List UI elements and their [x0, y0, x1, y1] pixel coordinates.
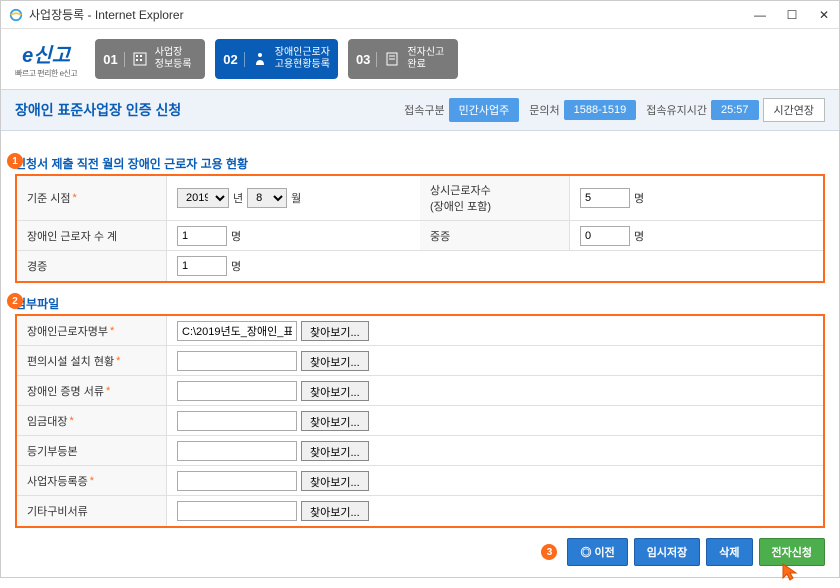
browse-button[interactable]: 찾아보기... [301, 501, 369, 521]
file-label: 기타구비서류 [17, 496, 167, 526]
contact-label: 문의처 [529, 102, 559, 118]
actions-bar: 3 ◎ 이전 임시저장 삭제 전자신청 [15, 528, 825, 576]
temp-save-button[interactable]: 임시저장 [634, 538, 700, 566]
logo-text: e신고 [22, 39, 70, 68]
step-label: 사업장 정보등록 [155, 47, 192, 71]
step-number: 03 [356, 52, 377, 67]
employment-panel: 기준 시점* 2019 년 8 월 상시근로자수 (장애인 포함) 명 [15, 174, 825, 283]
titlebar: 사업장등록 - Internet Explorer — ☐ ✕ [1, 1, 839, 29]
file-row: 등기부등본 찾아보기... [17, 436, 823, 466]
step-number: 01 [103, 52, 124, 67]
window-controls: — ☐ ✕ [753, 8, 831, 22]
ie-icon [9, 8, 23, 22]
mild-label: 경증 [17, 251, 167, 281]
file-row: 임금대장 * 찾아보기... [17, 406, 823, 436]
year-select[interactable]: 2019 [177, 188, 229, 208]
browse-button[interactable]: 찾아보기... [301, 411, 369, 431]
statusbar: 장애인 표준사업장 인증 신청 접속구분 민간사업주 문의처 1588-1519… [1, 89, 839, 131]
app-window: 사업장등록 - Internet Explorer — ☐ ✕ e신고 빠르고 … [0, 0, 840, 578]
month-select[interactable]: 8 [247, 188, 287, 208]
disabled-total-label: 장애인 근로자 수 계 [17, 221, 167, 250]
page-title: 장애인 표준사업장 인증 신청 [15, 100, 394, 120]
file-path-input[interactable] [177, 471, 297, 491]
logo: e신고 빠르고 편리한 e신고 [15, 39, 77, 79]
file-label: 편의시설 설치 현황 * [17, 346, 167, 375]
severe-label: 중증 [420, 221, 570, 250]
prev-button[interactable]: ◎ 이전 [567, 538, 627, 566]
disabled-total-input[interactable] [177, 226, 227, 246]
section2-badge: 2 [7, 293, 23, 309]
regular-workers-label: 상시근로자수 (장애인 포함) [420, 176, 570, 220]
step-01[interactable]: 01 사업장 정보등록 [95, 39, 205, 79]
access-label: 접속구분 [404, 102, 444, 118]
content: 1 신청서 제출 직전 월의 장애인 근로자 고용 현황 기준 시점* 2019… [1, 131, 839, 588]
maximize-button[interactable]: ☐ [785, 8, 799, 22]
file-label: 등기부등본 [17, 436, 167, 465]
file-row: 사업자등록증 * 찾아보기... [17, 466, 823, 496]
section3-badge: 3 [541, 544, 557, 560]
file-path-input[interactable] [177, 321, 297, 341]
browse-button[interactable]: 찾아보기... [301, 351, 369, 371]
attachments-panel: 장애인근로자명부 *찾아보기...편의시설 설치 현황 *찾아보기...장애인 … [15, 314, 825, 528]
file-row: 장애인 증명 서류 * 찾아보기... [17, 376, 823, 406]
window-title: 사업장등록 - Internet Explorer [29, 6, 753, 23]
browse-button[interactable]: 찾아보기... [301, 471, 369, 491]
step-label: 장애인근로자 고용현황등록 [275, 47, 330, 71]
browse-button[interactable]: 찾아보기... [301, 321, 369, 341]
file-row: 편의시설 설치 현황 * 찾아보기... [17, 346, 823, 376]
browse-button[interactable]: 찾아보기... [301, 381, 369, 401]
step-number: 02 [223, 52, 244, 67]
file-label: 임금대장 * [17, 406, 167, 435]
contact-badge: 1588-1519 [564, 100, 637, 120]
file-path-input[interactable] [177, 351, 297, 371]
file-row: 기타구비서류 찾아보기... [17, 496, 823, 526]
section2-title: 2 첨부파일 [15, 295, 825, 312]
file-label: 사업자등록증 * [17, 466, 167, 495]
file-path-input[interactable] [177, 411, 297, 431]
access-badge: 민간사업주 [449, 98, 520, 122]
file-path-input[interactable] [177, 501, 297, 521]
base-date-label: 기준 시점* [17, 176, 167, 220]
file-path-input[interactable] [177, 381, 297, 401]
building-icon [131, 50, 149, 68]
logo-subtitle: 빠르고 편리한 e신고 [15, 68, 77, 79]
step-label: 전자신고 완료 [407, 47, 444, 71]
cursor-arrow-icon [781, 562, 801, 582]
session-label: 접속유지시간 [646, 102, 707, 118]
extend-session-button[interactable]: 시간연장 [763, 98, 825, 122]
file-label: 장애인 증명 서류 * [17, 376, 167, 405]
regular-workers-input[interactable] [580, 188, 630, 208]
step-02[interactable]: 02 장애인근로자 고용현황등록 [215, 39, 338, 79]
severe-input[interactable] [580, 226, 630, 246]
section1-title: 1 신청서 제출 직전 월의 장애인 근로자 고용 현황 [15, 155, 825, 172]
file-row: 장애인근로자명부 * 찾아보기... [17, 316, 823, 346]
delete-button[interactable]: 삭제 [706, 538, 752, 566]
browse-button[interactable]: 찾아보기... [301, 441, 369, 461]
file-path-input[interactable] [177, 441, 297, 461]
person-icon [251, 50, 269, 68]
session-timer: 25:57 [711, 100, 759, 120]
mild-input[interactable] [177, 256, 227, 276]
file-label: 장애인근로자명부 * [17, 316, 167, 345]
close-button[interactable]: ✕ [817, 8, 831, 22]
section1-badge: 1 [7, 153, 23, 169]
document-icon [383, 50, 401, 68]
topbar: e신고 빠르고 편리한 e신고 01 사업장 정보등록 02 장애인근로자 고용… [1, 29, 839, 89]
minimize-button[interactable]: — [753, 8, 767, 22]
step-03[interactable]: 03 전자신고 완료 [348, 39, 458, 79]
